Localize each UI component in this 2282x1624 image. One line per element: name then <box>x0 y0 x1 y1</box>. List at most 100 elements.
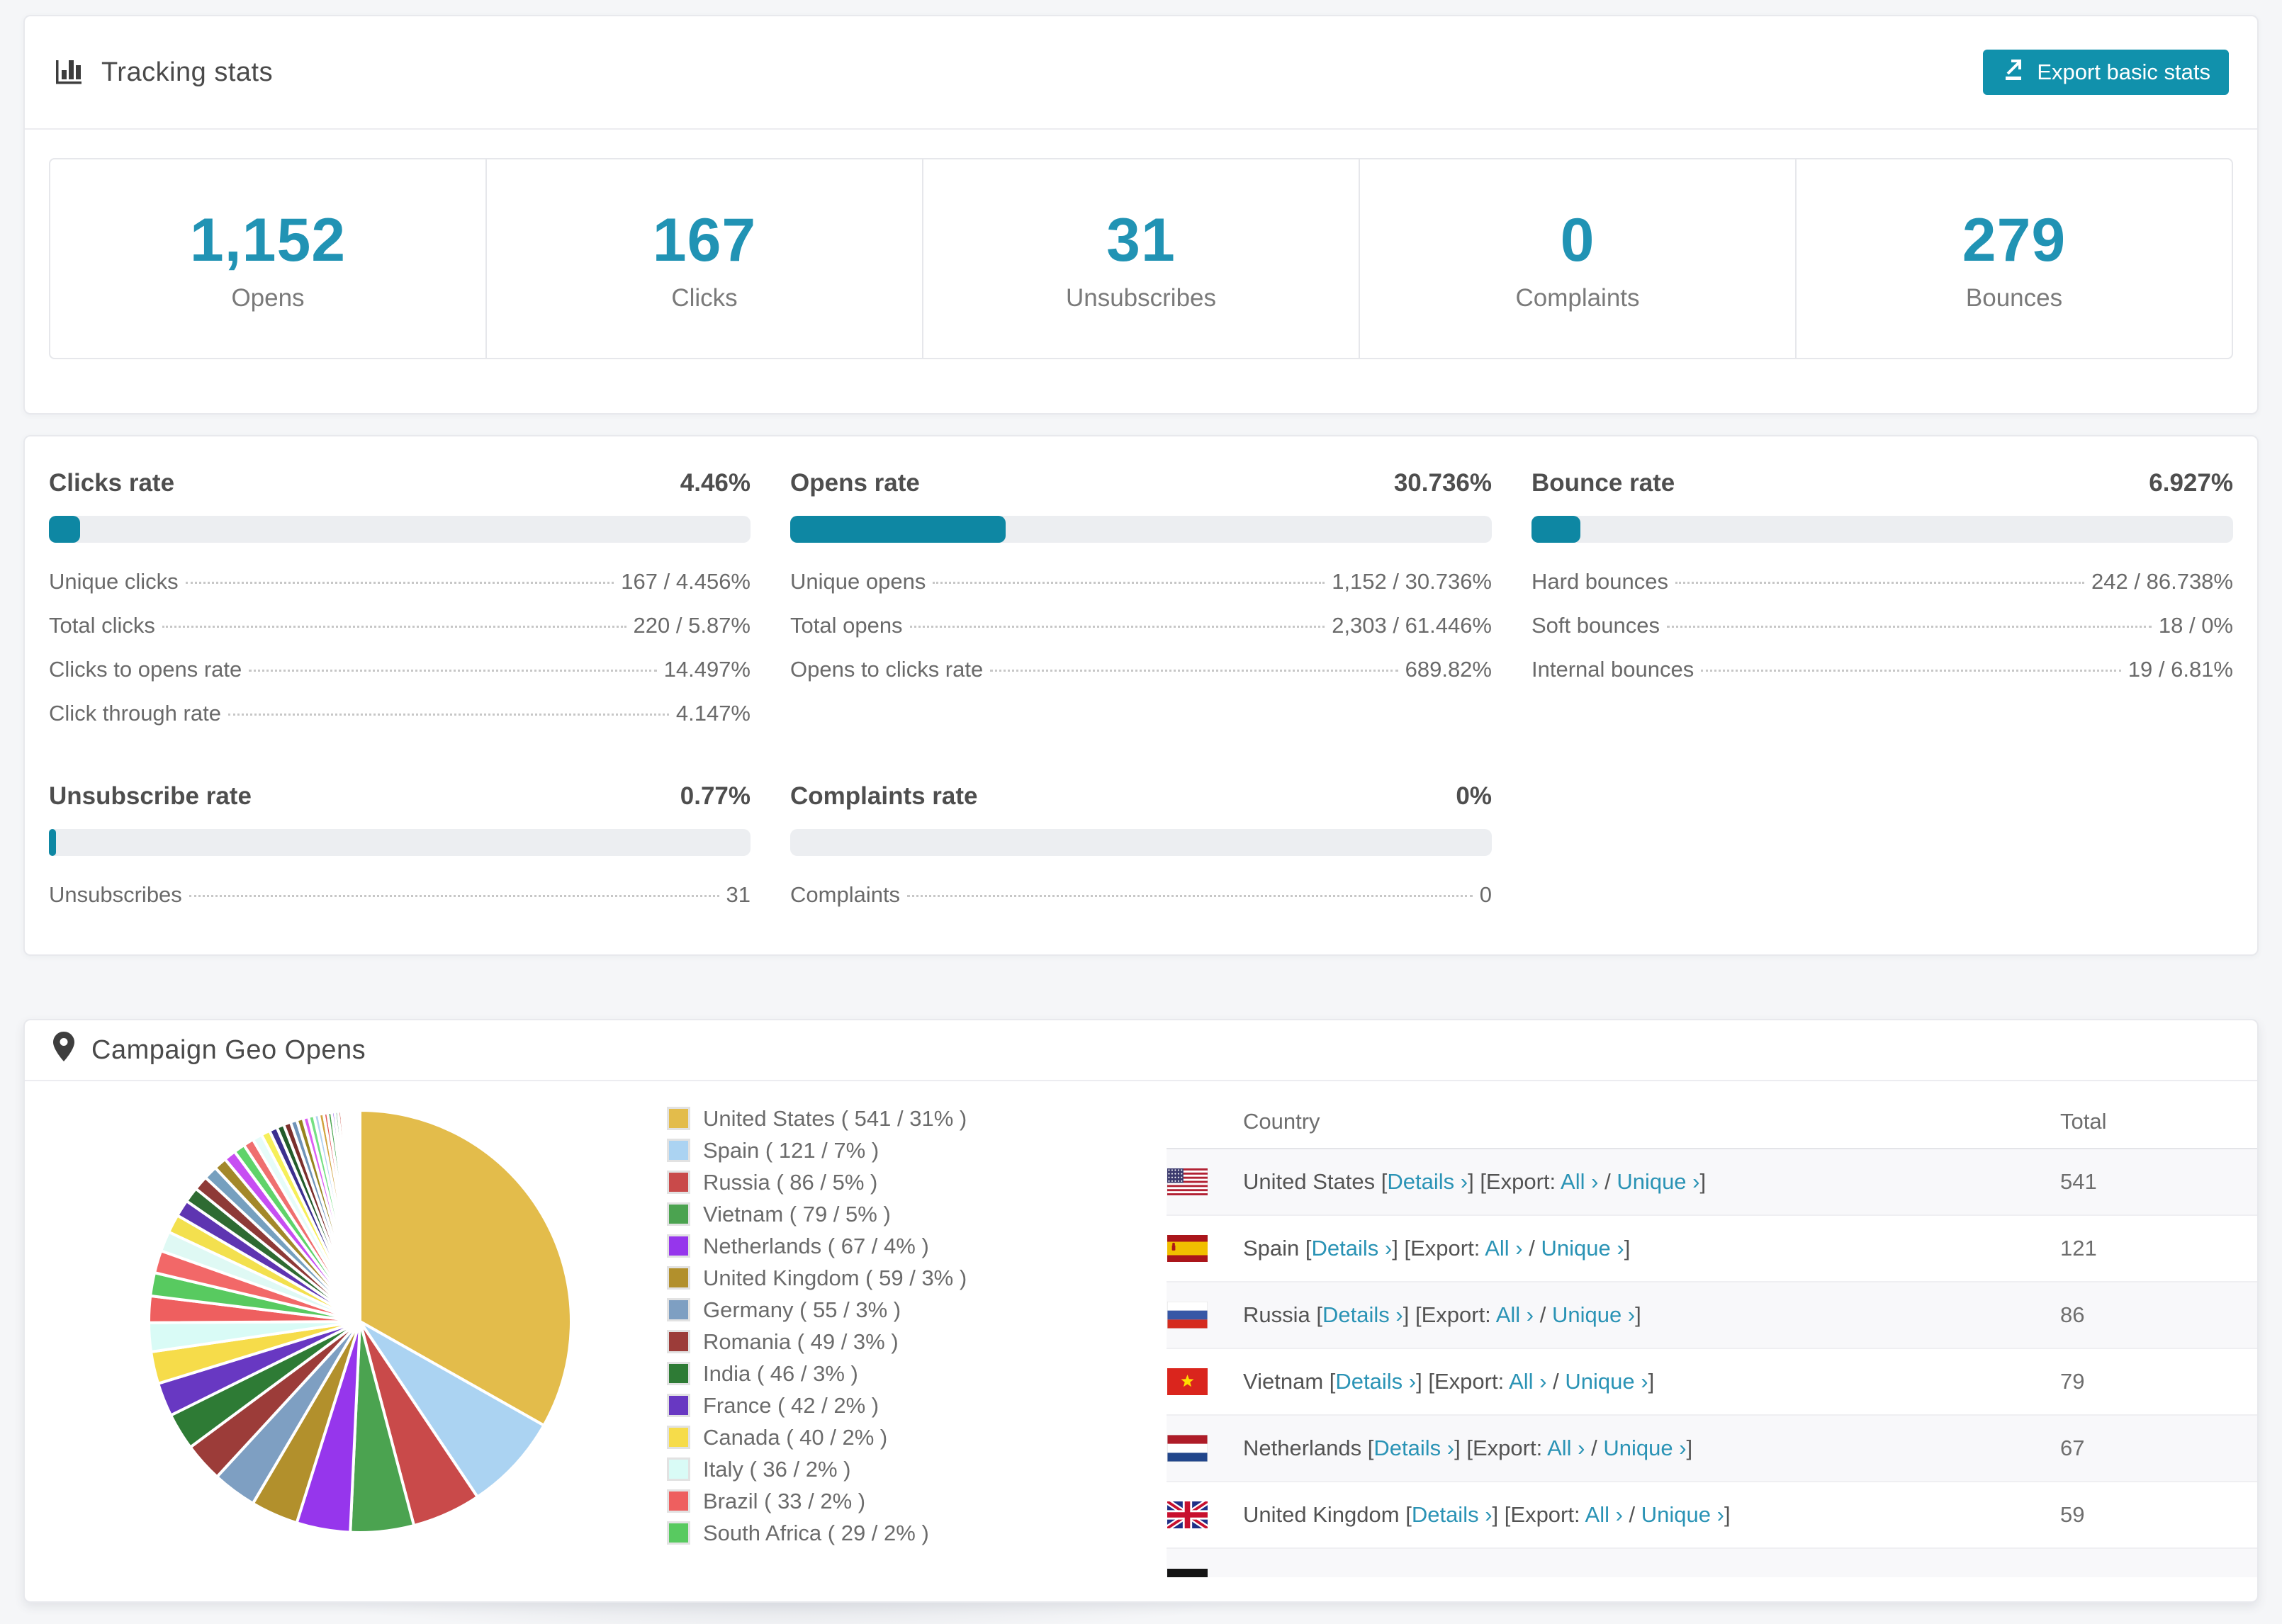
pie-slice[interactable] <box>357 1108 361 1323</box>
rate-detail-label: Total opens <box>790 613 903 638</box>
rate-detail-value: 220 / 5.87% <box>633 613 751 638</box>
dotted-leader <box>1666 626 2152 628</box>
stat-opens: 1,152 Opens <box>50 159 487 358</box>
rate-section-unsubscribe: Unsubscribe rate 0.77% Unsubscribes 31 <box>49 782 751 917</box>
rates-card: Clicks rate 4.46% Unique clicks 167 / 4.456… <box>23 435 2259 956</box>
legend-label: Romania ( 49 / 3% ) <box>703 1329 899 1354</box>
bracket: [ <box>1405 1502 1412 1527</box>
stat-label: Unsubscribes <box>1065 283 1217 312</box>
export-basic-stats-button[interactable]: Export basic stats <box>1983 50 2229 95</box>
rate-detail-label: Click through rate <box>49 701 221 726</box>
slash: / <box>1604 1169 1611 1194</box>
tracking-stats-header: Tracking stats Export basic stats <box>25 16 2257 130</box>
bracket: [ <box>1305 1236 1312 1261</box>
export-all-link[interactable]: All › <box>1496 1302 1534 1327</box>
export-all-link[interactable]: All › <box>1561 1169 1598 1194</box>
country-cell: Spain [Details ›] [Export: All › / Uniqu… <box>1243 1236 2060 1261</box>
country-name: Russia <box>1243 1302 1310 1327</box>
export-all-link[interactable]: All › <box>1509 1369 1546 1394</box>
section-title: Campaign Geo Opens <box>91 1034 366 1065</box>
legend-swatch <box>667 1298 690 1321</box>
export-icon <box>2001 57 2025 87</box>
rate-detail-value: 689.82% <box>1405 657 1492 682</box>
details-link[interactable]: Details › <box>1312 1236 1393 1261</box>
total-cell: 79 <box>2060 1369 2085 1394</box>
rate-detail-row: Total clicks 220 / 5.87% <box>49 604 751 648</box>
total-cell: 86 <box>2060 1302 2085 1327</box>
export-unique-link[interactable]: Unique › <box>1641 1502 1724 1527</box>
rate-detail-row: Opens to clicks rate 689.82% <box>790 648 1492 692</box>
rate-detail-value: 19 / 6.81% <box>2128 657 2233 682</box>
rate-value: 4.46% <box>680 469 751 497</box>
legend-label: Netherlands ( 67 / 4% ) <box>703 1233 929 1258</box>
rate-progress-fill <box>49 829 56 856</box>
details-link[interactable]: Details › <box>1322 1302 1403 1327</box>
export-prefix: [Export: <box>1428 1369 1505 1394</box>
legend-item: Germany ( 55 / 3% ) <box>667 1294 1000 1326</box>
details-link[interactable]: Details › <box>1373 1436 1454 1460</box>
export-unique-link[interactable]: Unique › <box>1603 1436 1686 1460</box>
export-unique-link[interactable]: Unique › <box>1617 1169 1699 1194</box>
bracket: ] <box>1468 1169 1474 1194</box>
rate-heading: Opens rate 30.736% <box>790 469 1492 497</box>
legend-item: South Africa ( 29 / 2% ) <box>667 1517 1000 1549</box>
stat-value: 31 <box>1106 205 1176 274</box>
geo-opens-header: Campaign Geo Opens <box>25 1020 2257 1081</box>
legend-label: Germany ( 55 / 3% ) <box>703 1297 901 1322</box>
rate-detail-row: Unique opens 1,152 / 30.736% <box>790 560 1492 604</box>
geo-pie-chart <box>144 1105 576 1538</box>
country-cell: Russia [Details ›] [Export: All › / Uniq… <box>1243 1302 2060 1328</box>
bracket: ] <box>1492 1502 1499 1527</box>
total-cell: 121 <box>2060 1236 2097 1261</box>
dotted-leader <box>1701 670 2121 672</box>
country-name: United States <box>1243 1169 1376 1194</box>
column-header-total: Total <box>2060 1109 2107 1134</box>
export-unique-link[interactable]: Unique › <box>1552 1302 1635 1327</box>
export-all-link[interactable]: All › <box>1485 1236 1522 1261</box>
stat-label: Complaints <box>1515 283 1640 312</box>
flag-icon-ru <box>1167 1302 1208 1329</box>
rate-detail-label: Total clicks <box>49 613 155 638</box>
export-all-link[interactable]: All › <box>1547 1436 1585 1460</box>
rate-detail-row: Internal bounces 19 / 6.81% <box>1531 648 2233 692</box>
export-all-link[interactable]: All › <box>1585 1502 1623 1527</box>
geo-table-row-es: Spain [Details ›] [Export: All › / Uniqu… <box>1167 1216 2257 1282</box>
rate-detail-row: Total opens 2,303 / 61.446% <box>790 604 1492 648</box>
legend-swatch <box>667 1330 690 1353</box>
legend-item: Romania ( 49 / 3% ) <box>667 1326 1000 1358</box>
rate-detail-value: 18 / 0% <box>2158 613 2233 638</box>
dotted-leader <box>185 582 614 584</box>
legend-swatch <box>667 1362 690 1385</box>
stat-unsubscribes: 31 Unsubscribes <box>923 159 1360 358</box>
geo-table-row-nl: Netherlands [Details ›] [Export: All › /… <box>1167 1416 2257 1482</box>
country-cell: United Kingdom [Details ›] [Export: All … <box>1243 1502 2060 1528</box>
export-prefix: [Export: <box>1466 1436 1543 1460</box>
rate-detail-value: 14.497% <box>663 657 751 682</box>
legend-swatch <box>667 1107 690 1130</box>
bracket: ] <box>1454 1436 1461 1460</box>
rate-heading: Clicks rate 4.46% <box>49 469 751 497</box>
rate-detail-value: 1,152 / 30.736% <box>1332 569 1492 594</box>
bracket: [ <box>1316 1302 1323 1327</box>
rate-value: 0.77% <box>680 782 751 810</box>
export-unique-link[interactable]: Unique › <box>1541 1236 1624 1261</box>
column-header-country: Country <box>1243 1109 1320 1134</box>
bracket: ] <box>1699 1169 1707 1194</box>
rate-detail-label: Clicks to opens rate <box>49 657 242 682</box>
rate-detail-value: 31 <box>726 882 751 907</box>
dotted-leader <box>907 895 1473 897</box>
legend-item: Canada ( 40 / 2% ) <box>667 1421 1000 1453</box>
details-link[interactable]: Details › <box>1412 1502 1493 1527</box>
legend-label: South Africa ( 29 / 2% ) <box>703 1520 929 1545</box>
rate-progress-track <box>790 516 1492 543</box>
export-unique-link[interactable]: Unique › <box>1565 1369 1648 1394</box>
slash: / <box>1629 1502 1636 1527</box>
geo-opens-title: Campaign Geo Opens <box>53 1032 366 1068</box>
details-link[interactable]: Details › <box>1387 1169 1468 1194</box>
flag-icon-es <box>1167 1235 1208 1262</box>
details-link[interactable]: Details › <box>1335 1369 1416 1394</box>
rate-detail-label: Unique opens <box>790 569 926 594</box>
total-cell: 541 <box>2060 1169 2097 1194</box>
rate-section-clicks: Clicks rate 4.46% Unique clicks 167 / 4.456… <box>49 469 751 735</box>
bracket: ] <box>1392 1236 1398 1261</box>
